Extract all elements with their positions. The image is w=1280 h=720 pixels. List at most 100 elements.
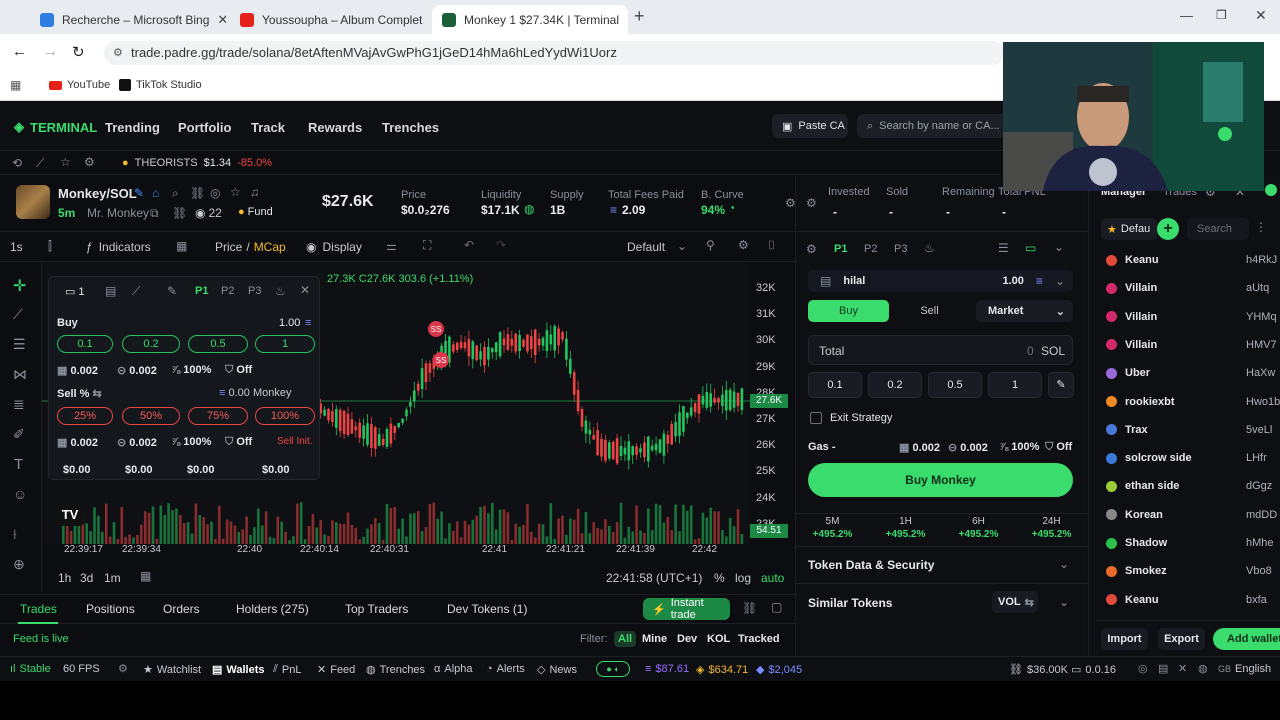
- sell-chip[interactable]: 50%: [122, 407, 180, 425]
- token-search-input[interactable]: ⌕ Search by name or CA...: [857, 114, 1007, 138]
- preset-p2[interactable]: P2: [864, 243, 877, 255]
- swap-icon[interactable]: ⇆: [92, 388, 101, 400]
- panel-icon[interactable]: ▭: [1025, 241, 1036, 255]
- nav-trending[interactable]: Trending: [105, 120, 160, 135]
- amount-button[interactable]: 1: [988, 372, 1042, 398]
- wallet-row[interactable]: Trax 5veLl: [1106, 424, 1280, 444]
- footer-pnl[interactable]: ⫽ PnL: [273, 663, 301, 676]
- terminal-logo[interactable]: ◈ TERMINAL: [14, 119, 97, 135]
- footer-watchlist[interactable]: ★ Watchlist: [143, 663, 201, 677]
- emoji-icon[interactable]: ☺: [13, 486, 27, 502]
- nav-portfolio[interactable]: Portfolio: [178, 120, 231, 135]
- window-icon[interactable]: ▢: [771, 600, 782, 614]
- star-icon[interactable]: ☆: [230, 185, 241, 199]
- bookmark-tiktok[interactable]: TikTok Studio: [119, 79, 202, 91]
- chevron-down-icon[interactable]: ⌄: [1059, 557, 1069, 571]
- buy-chip[interactable]: 0.1: [57, 335, 113, 353]
- copy-icon[interactable]: ⧉: [150, 206, 159, 221]
- edit-icon[interactable]: ✎: [167, 284, 177, 298]
- add-wallet-button[interactable]: Add wallet: [1213, 628, 1280, 650]
- exit-strategy-toggle[interactable]: Exit Strategy: [810, 412, 892, 424]
- range-1m[interactable]: 1m: [104, 571, 121, 585]
- checkbox[interactable]: [810, 412, 822, 424]
- wallet-row[interactable]: Korean mdDD: [1106, 509, 1280, 529]
- sell-tab[interactable]: Sell: [889, 300, 970, 322]
- token-avatar[interactable]: [16, 185, 50, 219]
- search-icon[interactable]: ⌕: [172, 186, 179, 201]
- bank-icon[interactable]: ⌂: [152, 186, 159, 200]
- buy-tab[interactable]: Buy: [808, 300, 889, 322]
- back-icon[interactable]: ←: [12, 43, 27, 60]
- add-group-button[interactable]: +: [1157, 218, 1179, 240]
- price-mcap-toggle[interactable]: Price / MCap: [215, 240, 286, 254]
- browser-tab-bing[interactable]: Recherche – Microsoft Bing ✕: [30, 5, 226, 34]
- wallet-row[interactable]: Keanu bxfa: [1106, 594, 1280, 614]
- footer-alpha[interactable]: α Alpha: [434, 663, 473, 675]
- price-change-6h[interactable]: 6H +495.2%: [942, 516, 1015, 540]
- sell-init-button[interactable]: Sell Init.: [277, 436, 313, 447]
- pattern-icon[interactable]: ⋈: [13, 366, 27, 383]
- tab-holders[interactable]: Holders (275): [236, 602, 309, 616]
- order-type-select[interactable]: Market ⌄: [976, 300, 1073, 322]
- apps-grid-icon[interactable]: ▦: [10, 78, 21, 92]
- footer-alerts[interactable]: ◔ Alerts: [486, 663, 525, 675]
- preset-p3[interactable]: P3: [248, 285, 261, 297]
- sliders-icon[interactable]: ⚌: [386, 239, 397, 253]
- log-toggle[interactable]: log: [735, 571, 751, 585]
- paste-ca-button[interactable]: ▣ Paste CA: [772, 114, 848, 138]
- tab-trades[interactable]: Trades: [20, 602, 57, 616]
- wallet-row[interactable]: Keanu h4RkJ: [1106, 254, 1280, 274]
- tradingview-logo[interactable]: TV: [56, 504, 84, 526]
- wallet-search-input[interactable]: Search: [1187, 218, 1249, 240]
- display-button[interactable]: ◉ Display: [306, 240, 362, 254]
- edit-amounts-button[interactable]: ✎: [1048, 372, 1074, 398]
- percent-toggle[interactable]: %: [714, 571, 725, 585]
- panel-count[interactable]: ▭ 1: [65, 285, 85, 299]
- link-icon[interactable]: ⛓: [190, 186, 205, 200]
- sell-chip[interactable]: 25%: [57, 407, 113, 425]
- chat-icon[interactable]: ◍: [1198, 662, 1208, 675]
- minimize-icon[interactable]: —: [1180, 8, 1193, 23]
- zoom-icon[interactable]: ⊕: [13, 556, 25, 573]
- import-button[interactable]: Import: [1101, 628, 1148, 650]
- tab-dev-tokens[interactable]: Dev Tokens (1): [447, 602, 527, 616]
- similar-tokens-section[interactable]: Similar Tokens: [808, 596, 892, 610]
- range-3d[interactable]: 3d: [80, 571, 93, 585]
- footer-trenches[interactable]: ◍ Trenches: [366, 663, 425, 677]
- sell-chip[interactable]: 75%: [188, 407, 248, 425]
- filter-tracked[interactable]: Tracked: [738, 633, 780, 645]
- wallet-row[interactable]: Villain YHMq: [1106, 311, 1280, 331]
- trendline-icon[interactable]: ⟋: [13, 306, 23, 323]
- camera-icon[interactable]: ⌷: [768, 238, 775, 253]
- indicators-button[interactable]: ƒ Indicators: [86, 240, 151, 254]
- gear-icon[interactable]: ⚙: [738, 238, 749, 252]
- settings-icon[interactable]: ⚙: [84, 155, 95, 169]
- close-icon[interactable]: ✕: [217, 12, 226, 28]
- bookmark-youtube[interactable]: YouTube: [49, 79, 110, 91]
- settings-icon[interactable]: ⚙: [806, 196, 817, 210]
- browser-tab-terminal[interactable]: Monkey 1 $27.34K | Terminal ✕: [432, 5, 628, 34]
- preset-p1[interactable]: P1: [834, 243, 847, 255]
- edit-icon[interactable]: ✎: [134, 186, 144, 200]
- instant-trade-button[interactable]: ⚡ Instant trade: [643, 597, 730, 621]
- candles-icon[interactable]: ⫿: [48, 239, 52, 254]
- filter-kol[interactable]: KOL: [707, 633, 730, 645]
- wallet-row[interactable]: ethan side dGgz: [1106, 480, 1280, 500]
- export-button[interactable]: Export: [1158, 628, 1205, 650]
- layout-select[interactable]: Default: [627, 240, 665, 254]
- security-section[interactable]: Token Data & Security: [808, 558, 934, 572]
- chart-icon[interactable]: ⟋: [36, 156, 44, 171]
- close-icon[interactable]: ✕: [627, 12, 628, 28]
- range-1h[interactable]: 1h: [58, 571, 71, 585]
- chart-line-icon[interactable]: ⟋: [132, 284, 140, 299]
- interval-select[interactable]: 1s: [10, 240, 23, 254]
- wallet-row[interactable]: Smokez Vbo8: [1106, 565, 1280, 585]
- tab-orders[interactable]: Orders: [163, 602, 200, 616]
- default-group-select[interactable]: ★ Defau: [1101, 218, 1157, 240]
- buy-monkey-button[interactable]: Buy Monkey: [808, 463, 1073, 497]
- preset-p3[interactable]: P3: [894, 243, 907, 255]
- tab-positions[interactable]: Positions: [86, 602, 135, 616]
- brush-icon[interactable]: ✐: [13, 426, 25, 443]
- flame-icon[interactable]: ♨: [275, 284, 286, 298]
- window-close-icon[interactable]: ✕: [1255, 7, 1267, 24]
